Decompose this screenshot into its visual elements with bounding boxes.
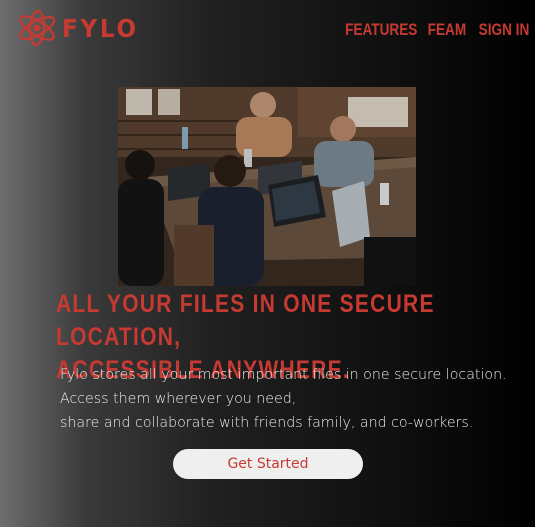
atom-orbit-icon [18,9,56,47]
main-nav: FEATURES FEAM SIGN IN [329,20,529,40]
nav-sign-in-link[interactable]: SIGN IN [478,20,529,40]
brand-name: FYLO [62,13,139,43]
logo[interactable]: FYLO [14,8,145,48]
hero-photo [118,87,416,286]
nav-team-link[interactable]: FEAM [427,20,466,40]
hero-description: Fylo stores all your most important file… [60,367,507,431]
get-started-button[interactable]: Get Started [173,449,363,479]
nav-features-link[interactable]: FEATURES [345,20,417,40]
